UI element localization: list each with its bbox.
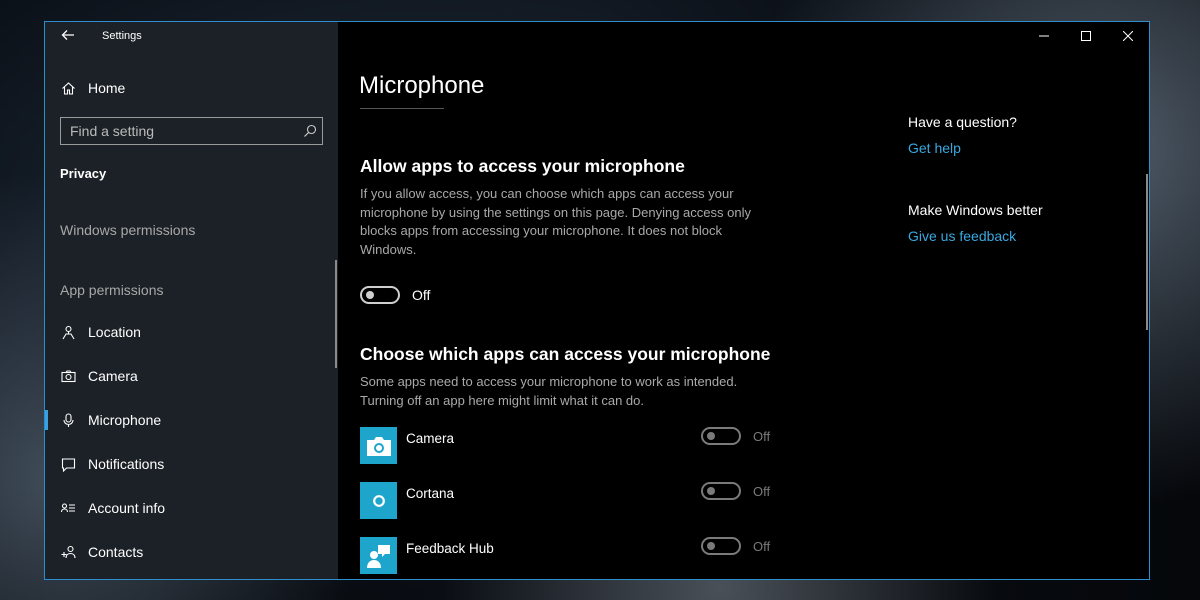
feedback-hub-app-toggle[interactable] <box>701 537 741 555</box>
sidebar-item-notifications[interactable]: Notifications <box>45 452 338 476</box>
home-icon <box>60 80 76 96</box>
content-scrollbar[interactable] <box>1146 174 1148 330</box>
location-icon <box>60 324 76 340</box>
camera-app-icon <box>360 427 397 464</box>
sidebar-item-contacts[interactable]: Contacts <box>45 540 338 564</box>
sidebar-item-camera[interactable]: Camera <box>45 364 338 388</box>
make-windows-better-heading: Make Windows better <box>908 202 1043 218</box>
sidebar-item-location[interactable]: Location <box>45 320 338 344</box>
window-title: Settings <box>102 30 142 42</box>
settings-window: Settings Home Privacy Windows permission… <box>44 21 1150 580</box>
sidebar-item-label: Notifications <box>88 456 165 472</box>
allow-toggle-state: Off <box>412 287 431 303</box>
allow-microphone-toggle[interactable] <box>360 286 400 304</box>
group-app-permissions: App permissions <box>60 282 164 298</box>
title-underline <box>360 108 444 109</box>
app-name: Cortana <box>406 486 455 501</box>
get-help-link[interactable]: Get help <box>908 140 961 156</box>
maximize-icon <box>1081 31 1091 41</box>
sidebar-scrollbar[interactable] <box>335 260 337 368</box>
toggle-knob <box>707 542 715 550</box>
maximize-button[interactable] <box>1065 22 1107 50</box>
cortana-app-state: Off <box>753 484 771 499</box>
sidebar: Settings Home Privacy Windows permission… <box>45 22 338 579</box>
app-name: Camera <box>406 431 455 446</box>
sidebar-item-label: Account info <box>88 500 166 516</box>
search-box[interactable] <box>60 117 323 145</box>
microphone-icon <box>60 412 76 428</box>
sidebar-item-account-info[interactable]: Account info <box>45 496 338 520</box>
window-controls <box>1023 22 1149 50</box>
toggle-knob <box>707 432 715 440</box>
cortana-app-toggle[interactable] <box>701 482 741 500</box>
search-icon[interactable] <box>303 124 317 138</box>
sidebar-item-label: Contacts <box>88 544 144 560</box>
feedback-hub-app-icon <box>360 537 397 574</box>
choose-description: Some apps need to access your microphone… <box>360 374 738 408</box>
app-name: Feedback Hub <box>406 541 494 556</box>
close-icon <box>1123 31 1133 41</box>
camera-app-toggle[interactable] <box>701 427 741 445</box>
page-title: Microphone <box>359 72 485 99</box>
sidebar-item-microphone[interactable]: Microphone <box>45 408 338 432</box>
choose-heading: Choose which apps can access your microp… <box>360 344 771 364</box>
account-info-icon <box>60 500 76 516</box>
allow-heading: Allow apps to access your microphone <box>360 156 685 176</box>
sidebar-item-label: Camera <box>88 368 138 384</box>
minimize-icon <box>1039 35 1049 37</box>
toggle-knob <box>366 291 374 299</box>
titlebar: Settings <box>45 22 338 50</box>
toggle-knob <box>707 487 715 495</box>
give-feedback-link[interactable]: Give us feedback <box>908 228 1016 244</box>
cortana-app-icon <box>360 482 397 519</box>
sidebar-item-label: Microphone <box>88 412 162 428</box>
search-input[interactable] <box>70 123 290 139</box>
sidebar-item-label: Location <box>88 324 141 340</box>
question-heading: Have a question? <box>908 114 1017 130</box>
section-title-privacy: Privacy <box>60 166 107 181</box>
notifications-icon <box>60 456 76 472</box>
main-content: Microphone Allow apps to access your mic… <box>338 22 1149 579</box>
allow-description: If you allow access, you can choose whic… <box>360 186 751 257</box>
group-windows-permissions: Windows permissions <box>60 222 196 238</box>
close-button[interactable] <box>1107 22 1149 50</box>
minimize-button[interactable] <box>1023 22 1065 50</box>
camera-icon <box>60 368 76 384</box>
feedback-hub-app-state: Off <box>753 539 771 554</box>
camera-app-state: Off <box>753 429 771 444</box>
nav-home-label: Home <box>88 80 126 96</box>
back-arrow-icon[interactable] <box>61 28 75 42</box>
nav-home[interactable]: Home <box>45 77 338 99</box>
contacts-icon <box>60 544 76 560</box>
